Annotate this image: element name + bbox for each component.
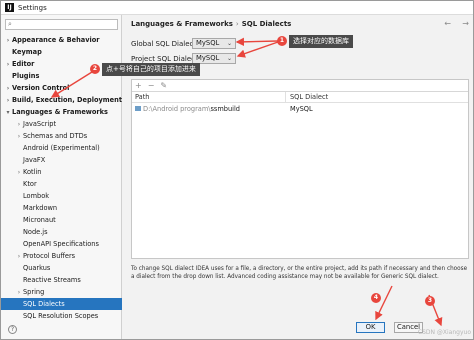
watermark: CSDN @Xiangyuo xyxy=(417,329,471,336)
help-text: To change SQL dialect IDEA uses for a fi… xyxy=(131,266,468,280)
callout-badge-4: 4 xyxy=(371,293,381,303)
forward-icon[interactable]: → xyxy=(462,19,469,28)
sidebar-item-node-js[interactable]: Node.js xyxy=(1,226,122,238)
breadcrumb-separator: › xyxy=(235,20,239,28)
breadcrumb-parent[interactable]: Languages & Frameworks xyxy=(131,20,233,28)
sidebar-item-build-execution-deployment[interactable]: › Build, Execution, Deployment xyxy=(1,94,122,106)
sidebar-item-sql-dialects[interactable]: SQL Dialects xyxy=(1,298,122,310)
sidebar-item-javafx[interactable]: JavaFX xyxy=(1,154,122,166)
sidebar-item-label: Markdown xyxy=(23,204,58,212)
sidebar-item-android-experimental[interactable]: Android (Experimental) xyxy=(1,142,122,154)
sidebar-item-label: Build, Execution, Deployment xyxy=(12,96,122,104)
sidebar-item-openapi-specifications[interactable]: OpenAPI Specifications xyxy=(1,238,122,250)
sidebar-item-version-control[interactable]: › Version Control xyxy=(1,82,122,94)
sidebar-item-javascript[interactable]: › JavaScript xyxy=(1,118,122,130)
settings-window: IJ Settings ⌕ › Appearance & Behavior Keym… xyxy=(0,0,474,340)
sidebar-item-label: Protocol Buffers xyxy=(23,252,76,260)
folder-icon xyxy=(135,106,141,111)
sidebar-item-languages-frameworks[interactable]: ▾ Languages & Frameworks xyxy=(1,106,122,118)
sidebar-item-ktor[interactable]: Ktor xyxy=(1,178,122,190)
search-icon: ⌕ xyxy=(8,20,12,28)
callout-badge-2: 2 xyxy=(90,64,100,74)
dialect-cell[interactable]: MySQL xyxy=(286,104,313,115)
dialect-mapping-table: + − ✎ Path SQL Dialect D:\Android progra… xyxy=(131,79,469,259)
sidebar-item-kotlin[interactable]: › Kotlin xyxy=(1,166,122,178)
ok-button[interactable]: OK xyxy=(356,322,385,333)
path-cell: D:\Android program\ssmbuild xyxy=(132,104,286,115)
sidebar-item-keymap[interactable]: Keymap xyxy=(1,46,122,58)
settings-tree: › Appearance & Behavior Keymap › Editor Plugi… xyxy=(1,34,122,322)
sidebar-item-label: SQL Resolution Scopes xyxy=(23,312,99,320)
title-bar: IJ Settings xyxy=(1,1,473,15)
sidebar-item-schemas-and-dtds[interactable]: › Schemas and DTDs xyxy=(1,130,122,142)
sidebar-item-label: Schemas and DTDs xyxy=(23,132,88,140)
sidebar-item-label: Spring xyxy=(23,288,45,296)
sidebar-item-quarkus[interactable]: Quarkus xyxy=(1,262,122,274)
sidebar-item-label: Quarkus xyxy=(23,264,51,272)
global-dialect-label: Global SQL Dialect: xyxy=(131,40,199,48)
sidebar-item-label: Plugins xyxy=(12,72,40,80)
global-dialect-select[interactable]: MySQL ⌄ xyxy=(192,38,236,49)
sidebar-item-label: Appearance & Behavior xyxy=(12,36,100,44)
back-icon[interactable]: ← xyxy=(444,19,451,28)
remove-icon[interactable]: − xyxy=(148,81,155,90)
sidebar-item-label: Lombok xyxy=(23,192,50,200)
sidebar-item-markdown[interactable]: Markdown xyxy=(1,202,122,214)
sidebar-item-appearance-behavior[interactable]: › Appearance & Behavior xyxy=(1,34,122,46)
callout-badge-1: 1 xyxy=(277,36,287,46)
table-toolbar: + − ✎ xyxy=(132,80,468,92)
sidebar-item-label: Kotlin xyxy=(23,168,42,176)
settings-search-field[interactable]: ⌕ xyxy=(5,19,118,30)
global-dialect-value: MySQL xyxy=(196,39,220,47)
project-dialect-value: MySQL xyxy=(196,54,220,62)
sidebar-item-label: JavaFX xyxy=(23,156,46,164)
help-icon[interactable]: ? xyxy=(8,325,17,334)
project-dialect-label: Project SQL Dialect: xyxy=(131,55,201,63)
intellij-app-icon: IJ xyxy=(5,3,14,12)
chevron-down-icon: ⌄ xyxy=(226,55,232,62)
sidebar-item-micronaut[interactable]: Micronaut xyxy=(1,214,122,226)
path-prefix: D:\Android program\ xyxy=(143,105,211,113)
sidebar-item-label: Micronaut xyxy=(23,216,56,224)
sidebar-item-label: Editor xyxy=(12,60,35,68)
sidebar-item-protocol-buffers[interactable]: › Protocol Buffers xyxy=(1,250,122,262)
callout-badge-3: 3 xyxy=(425,296,435,306)
sidebar-item-spring[interactable]: › Spring xyxy=(1,286,122,298)
table-row[interactable]: D:\Android program\ssmbuild MySQL xyxy=(132,104,468,115)
sidebar-item-sql-resolution-scopes[interactable]: SQL Resolution Scopes xyxy=(1,310,122,322)
sidebar-item-label: Node.js xyxy=(23,228,48,236)
callout-add-project: 点+号将自己的项目添加进来 xyxy=(102,63,200,76)
sidebar-item-label: Ktor xyxy=(23,180,37,188)
breadcrumb: Languages & Frameworks › SQL Dialects xyxy=(131,20,291,28)
sidebar-item-reactive-streams[interactable]: Reactive Streams xyxy=(1,274,122,286)
sidebar-item-label: Version Control xyxy=(12,84,70,92)
path-column-header[interactable]: Path xyxy=(132,92,286,102)
sidebar-item-label: Android (Experimental) xyxy=(23,144,100,152)
add-icon[interactable]: + xyxy=(135,81,142,90)
sidebar-item-label: OpenAPI Specifications xyxy=(23,240,99,248)
edit-icon[interactable]: ✎ xyxy=(160,81,167,90)
sidebar-item-label: Languages & Frameworks xyxy=(12,108,108,116)
sidebar-item-label: Keymap xyxy=(12,48,42,56)
window-title: Settings xyxy=(18,3,47,12)
sidebar-item-label: Reactive Streams xyxy=(23,276,81,284)
path-name: ssmbuild xyxy=(210,105,240,113)
sidebar-item-lombok[interactable]: Lombok xyxy=(1,190,122,202)
sidebar-item-label: SQL Dialects xyxy=(23,300,65,308)
callout-select-database: 选择对应的数据库 xyxy=(289,35,353,48)
breadcrumb-current: SQL Dialects xyxy=(241,20,292,28)
table-header: Path SQL Dialect xyxy=(132,92,468,103)
sidebar-item-label: JavaScript xyxy=(23,120,57,128)
dialect-column-header[interactable]: SQL Dialect xyxy=(286,92,328,102)
chevron-down-icon: ⌄ xyxy=(226,40,232,47)
